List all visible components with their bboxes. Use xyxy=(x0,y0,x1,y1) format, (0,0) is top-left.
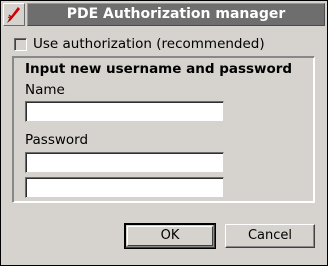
ok-button-label: OK xyxy=(127,226,213,246)
name-label: Name xyxy=(25,82,65,98)
window-title: PDE Authorization manager xyxy=(27,3,325,26)
ok-button[interactable]: OK xyxy=(124,223,216,249)
title-bar[interactable]: PDE Authorization manager xyxy=(1,1,327,28)
cancel-button[interactable]: Cancel xyxy=(225,224,315,248)
name-field[interactable] xyxy=(25,101,224,122)
checkbox-box[interactable] xyxy=(14,37,27,51)
password-field[interactable] xyxy=(25,152,224,173)
window-menu-button[interactable] xyxy=(3,3,25,26)
authorization-dialog: PDE Authorization manager Use authorizat… xyxy=(0,0,328,266)
use-authorization-label: Use authorization (recommended) xyxy=(33,36,265,52)
password-label: Password xyxy=(25,132,89,148)
use-authorization-checkbox[interactable]: Use authorization (recommended) xyxy=(14,35,265,53)
password-confirm-field[interactable] xyxy=(25,177,224,198)
credentials-group-title: Input new username and password xyxy=(25,61,293,77)
